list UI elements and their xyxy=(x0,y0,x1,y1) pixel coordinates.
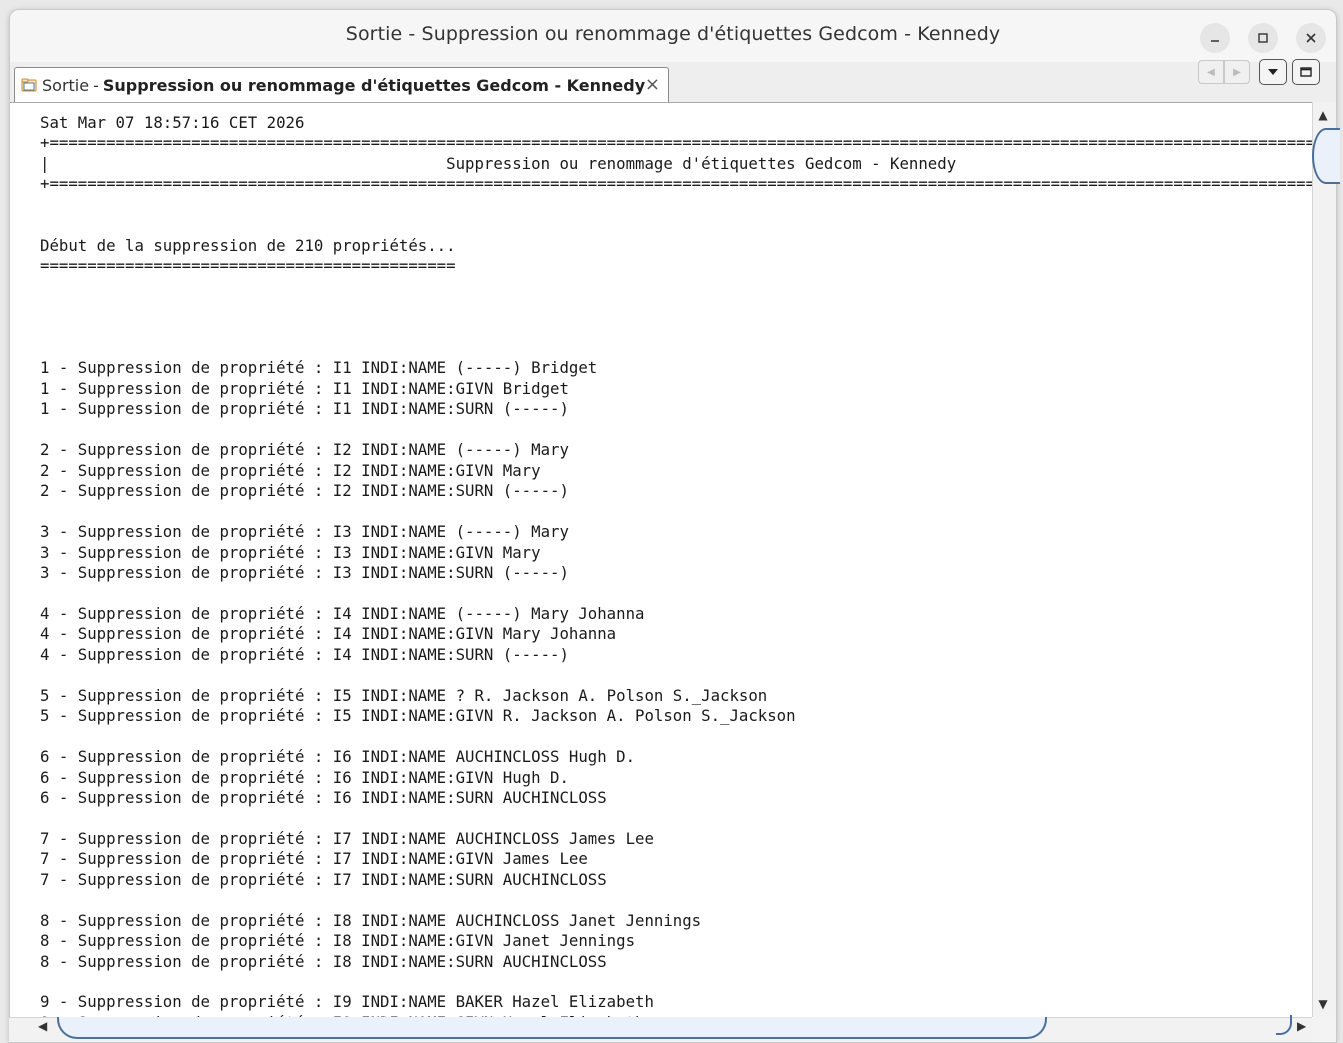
tab-list-button[interactable] xyxy=(1259,59,1287,85)
log-line: 4 - Suppression de propriété : I4 INDI:N… xyxy=(40,624,617,644)
intro-underline: ========================================… xyxy=(40,256,456,276)
log-line: 5 - Suppression de propriété : I5 INDI:N… xyxy=(40,706,796,726)
tab-prefix: Sortie xyxy=(42,75,90,95)
banner-title: Suppression ou renommage d'étiquettes Ge… xyxy=(446,153,957,173)
log-lines: 1 - Suppression de propriété : I1 INDI:N… xyxy=(40,358,796,1018)
log-line: 2 - Suppression de propriété : I2 INDI:N… xyxy=(40,460,541,480)
output-log: Sat Mar 07 18:57:16 CET 2026 +==========… xyxy=(40,113,1313,1018)
log-line: 6 - Suppression de propriété : I6 INDI:N… xyxy=(40,767,569,787)
previous-tab-button[interactable]: ◀ xyxy=(1198,60,1224,84)
scroll-right-arrow-icon[interactable]: ▶ xyxy=(1297,1019,1306,1033)
log-line: 2 - Suppression de propriété : I2 INDI:N… xyxy=(40,481,569,501)
log-line: 3 - Suppression de propriété : I3 INDI:N… xyxy=(40,562,569,582)
tab-separator: - xyxy=(93,75,99,95)
tab-title: Suppression ou renommage d'étiquettes Ge… xyxy=(102,75,646,95)
log-line: 4 - Suppression de propriété : I4 INDI:N… xyxy=(40,644,569,664)
log-line: 5 - Suppression de propriété : I5 INDI:N… xyxy=(40,685,768,705)
tab-output[interactable]: Sortie - Suppression ou renommage d'étiq… xyxy=(14,67,669,102)
log-line: 1 - Suppression de propriété : I1 INDI:N… xyxy=(40,378,569,398)
scroll-up-arrow-icon[interactable]: ▲ xyxy=(1316,108,1330,122)
vertical-scrollbar[interactable] xyxy=(1312,102,1336,1017)
scroll-left-arrow-icon[interactable]: ◀ xyxy=(38,1019,47,1033)
maximize-tab-button[interactable] xyxy=(1292,59,1320,85)
log-line: 8 - Suppression de propriété : I8 INDI:N… xyxy=(40,910,702,930)
log-line: 8 - Suppression de propriété : I8 INDI:N… xyxy=(40,931,636,951)
close-icon xyxy=(1306,33,1316,43)
log-line: 1 - Suppression de propriété : I1 INDI:N… xyxy=(40,358,598,378)
maximize-window-icon xyxy=(1258,33,1268,43)
scroll-down-arrow-icon[interactable]: ▼ xyxy=(1316,997,1330,1011)
maximize-window-button[interactable] xyxy=(1248,23,1278,53)
log-line: 9 - Suppression de propriété : I9 INDI:N… xyxy=(40,992,654,1012)
intro-line: Début de la suppression de 210 propriété… xyxy=(40,235,456,255)
title-bar[interactable]: Sortie - Suppression ou renommage d'étiq… xyxy=(10,10,1336,62)
log-line: 3 - Suppression de propriété : I3 INDI:N… xyxy=(40,542,541,562)
minimize-button[interactable] xyxy=(1200,23,1230,53)
folder-document-icon xyxy=(21,78,37,92)
tab-close-button[interactable]: × xyxy=(645,74,660,95)
log-line: 3 - Suppression de propriété : I3 INDI:N… xyxy=(40,522,569,542)
tab-bar: Sortie - Suppression ou renommage d'étiq… xyxy=(10,62,1336,103)
window-title: Sortie - Suppression ou renommage d'étiq… xyxy=(345,23,1001,45)
log-line: 6 - Suppression de propriété : I6 INDI:N… xyxy=(40,747,636,767)
close-window-button[interactable] xyxy=(1296,23,1326,53)
log-line: 4 - Suppression de propriété : I4 INDI:N… xyxy=(40,603,645,623)
maximize-icon xyxy=(1300,67,1312,77)
horizontal-scroll-thumb[interactable] xyxy=(57,1017,1047,1039)
vertical-scroll-thumb[interactable] xyxy=(1312,128,1340,184)
output-window: Sortie - Suppression ou renommage d'étiq… xyxy=(9,9,1337,1043)
timestamp: Sat Mar 07 18:57:16 CET 2026 xyxy=(40,113,305,132)
next-tab-button[interactable]: ▶ xyxy=(1224,60,1250,84)
banner-top-border: +=======================================… xyxy=(40,133,1313,153)
log-line: 8 - Suppression de propriété : I8 INDI:N… xyxy=(40,951,607,971)
banner-bottom-border: +=======================================… xyxy=(40,174,1313,194)
log-line: 7 - Suppression de propriété : I7 INDI:N… xyxy=(40,828,654,848)
log-line: 1 - Suppression de propriété : I1 INDI:N… xyxy=(40,399,569,419)
output-text-area[interactable]: Sat Mar 07 18:57:16 CET 2026 +==========… xyxy=(10,103,1313,1018)
banner-row: | Suppression ou renommage d'étiquettes … xyxy=(40,153,957,173)
log-line: 6 - Suppression de propriété : I6 INDI:N… xyxy=(40,787,607,807)
chevron-down-icon xyxy=(1268,69,1278,75)
log-line: 7 - Suppression de propriété : I7 INDI:N… xyxy=(40,869,607,889)
log-line: 7 - Suppression de propriété : I7 INDI:N… xyxy=(40,849,588,869)
log-line: 2 - Suppression de propriété : I2 INDI:N… xyxy=(40,440,569,460)
minimize-icon xyxy=(1211,40,1219,42)
